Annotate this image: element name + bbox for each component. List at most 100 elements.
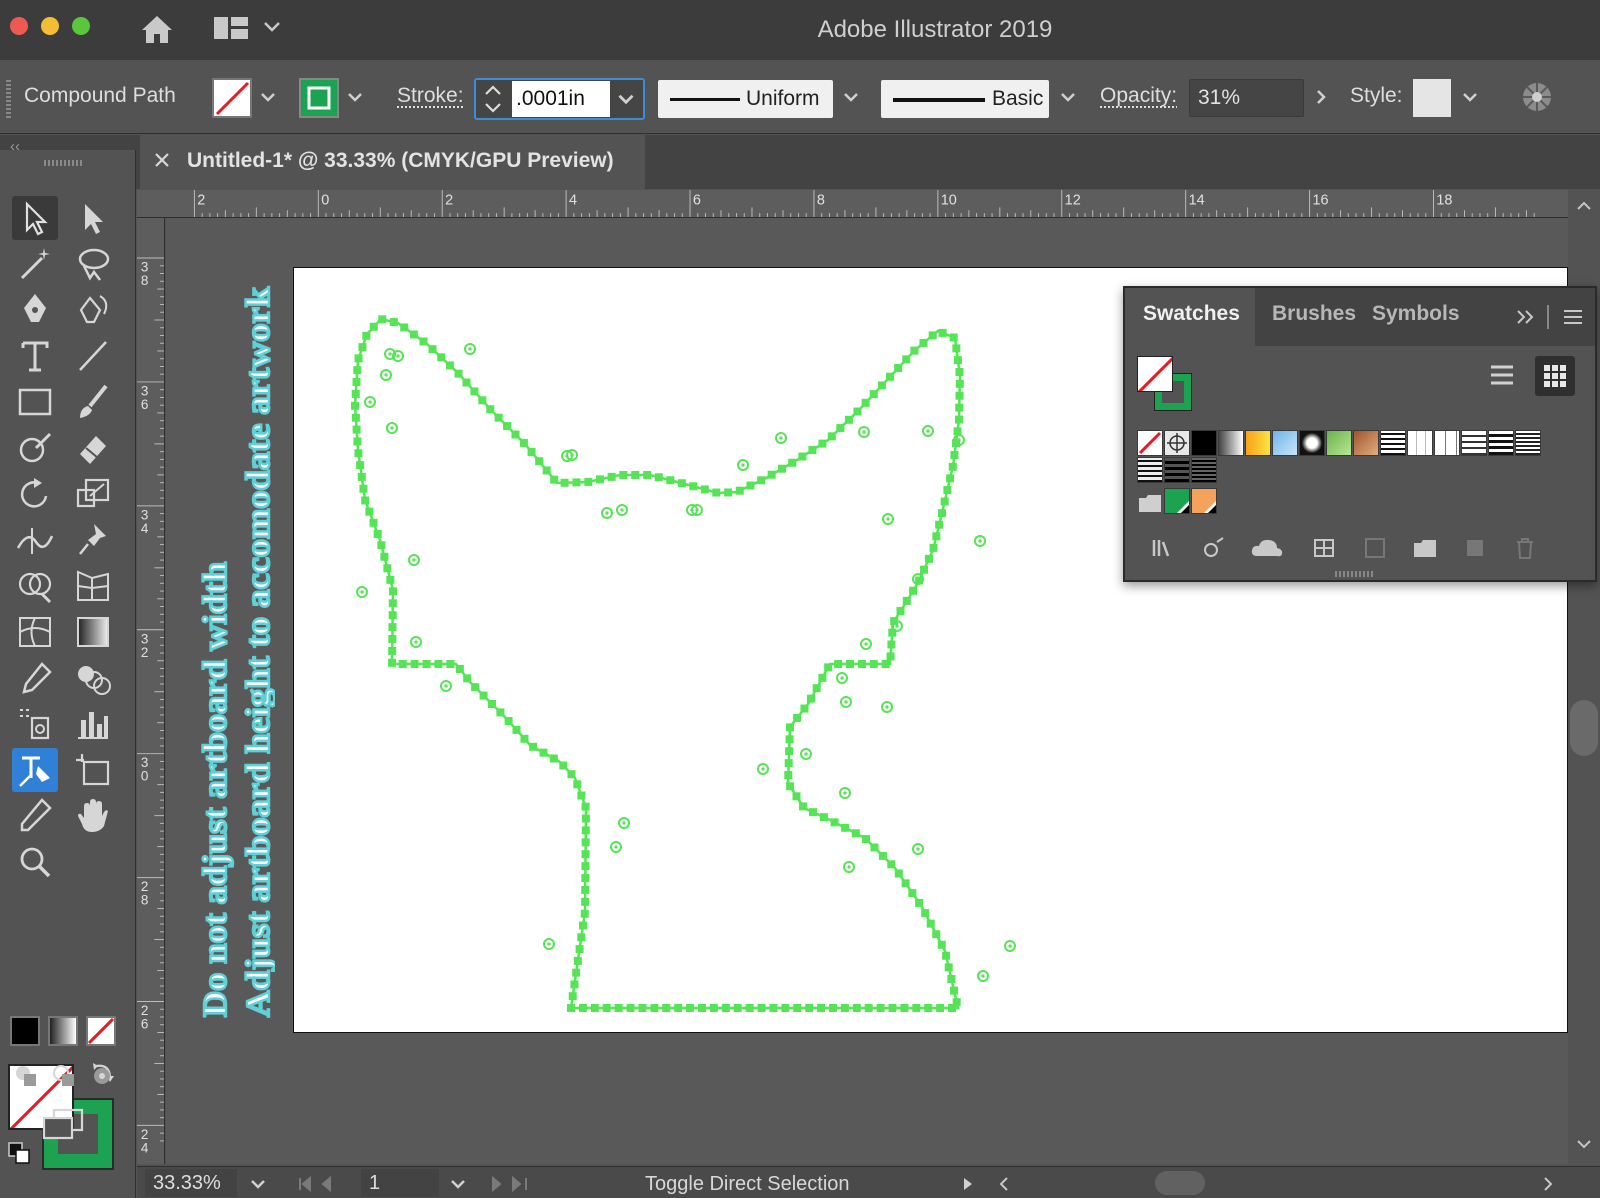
color-group-folder-icon[interactable] [1137, 490, 1163, 516]
swatch-pattern[interactable] [1137, 457, 1163, 483]
scroll-left-icon[interactable] [993, 1173, 1015, 1195]
eyedropper-tool[interactable] [12, 656, 58, 700]
swatch[interactable] [1272, 430, 1298, 456]
brush-chevron-down-icon[interactable] [1057, 86, 1079, 108]
shape-builder-tool[interactable] [12, 564, 58, 608]
swatch-libraries-icon[interactable] [1149, 534, 1177, 562]
new-color-group-icon[interactable] [1411, 534, 1439, 562]
swatch-global-color[interactable] [1164, 488, 1190, 514]
delete-swatch-icon[interactable] [1511, 534, 1539, 562]
minimize-window-button[interactable] [41, 17, 59, 35]
scroll-right-icon[interactable] [1537, 1173, 1559, 1195]
list-view-icon[interactable] [1485, 358, 1519, 392]
new-swatch-icon[interactable] [1461, 534, 1489, 562]
gradient-tool[interactable] [70, 610, 116, 654]
mesh-tool[interactable] [12, 610, 58, 654]
workspace-layout-icon[interactable] [214, 15, 248, 41]
swatch[interactable] [1488, 430, 1514, 456]
swatch-global-color[interactable] [1191, 488, 1217, 514]
horizontal-scroll-thumb[interactable] [1155, 1171, 1205, 1195]
horizontal-ruler[interactable]: 2 0 2 4 6 8 10 12 14 16 18 [137, 190, 1569, 218]
selection-tool[interactable] [12, 196, 58, 240]
eraser-tool[interactable] [70, 426, 116, 470]
recolor-artwork-icon[interactable] [1520, 80, 1554, 114]
home-icon[interactable] [138, 10, 176, 48]
swatch[interactable] [1515, 430, 1541, 456]
more-tabs-icon[interactable] [1515, 308, 1537, 326]
change-screen-mode-icon[interactable] [40, 1108, 86, 1142]
scale-tool[interactable] [70, 472, 116, 516]
zoom-chevron-down-icon[interactable] [247, 1173, 269, 1195]
style-chevron-down-icon[interactable] [1459, 86, 1481, 108]
hand-tool[interactable] [70, 794, 116, 838]
swatch-none[interactable] [1137, 430, 1163, 456]
symbol-sprayer-tool[interactable] [12, 702, 58, 746]
artboard-tool[interactable] [70, 748, 116, 792]
swatch-pattern[interactable] [1191, 457, 1217, 483]
blend-tool[interactable] [70, 656, 116, 700]
stroke-weight-chevron-icon[interactable] [614, 87, 638, 111]
swatch-pattern[interactable] [1164, 457, 1190, 483]
show-swatch-kinds-icon[interactable] [1311, 534, 1339, 562]
swatch[interactable] [1326, 430, 1352, 456]
fill-chevron-down-icon[interactable] [257, 86, 279, 108]
direct-selection-tool[interactable] [70, 196, 116, 240]
rotate-tool[interactable] [12, 472, 58, 516]
opacity-input[interactable]: 31% [1189, 79, 1304, 117]
next-artboard-icons[interactable] [487, 1173, 531, 1195]
panel-resize-grip[interactable] [1335, 571, 1375, 577]
swatch[interactable] [1191, 430, 1217, 456]
workspace-chevron-down-icon[interactable] [262, 16, 282, 36]
panel-menu-icon[interactable] [1561, 306, 1585, 328]
stroke-stepper-icon[interactable] [480, 82, 506, 116]
draw-behind-icon[interactable] [50, 1062, 78, 1090]
swatch[interactable] [1380, 430, 1406, 456]
status-menu-play-icon[interactable] [957, 1173, 979, 1195]
color-button[interactable] [10, 1016, 40, 1046]
perspective-grid-tool[interactable] [70, 564, 116, 608]
control-bar-grip[interactable] [6, 80, 11, 118]
document-tab[interactable]: Untitled-1* @ 33.33% (CMYK/GPU Preview) [140, 135, 645, 189]
profile-chevron-down-icon[interactable] [840, 86, 862, 108]
swatch-registration[interactable] [1164, 430, 1190, 456]
stroke-swatch-button[interactable] [299, 78, 339, 118]
width-tool[interactable] [12, 518, 58, 562]
panel-fill-indicator[interactable] [1137, 356, 1173, 392]
opacity-label[interactable]: Opacity: [1100, 84, 1177, 108]
default-fill-stroke-icon[interactable] [6, 1140, 34, 1168]
swatch[interactable] [1461, 430, 1487, 456]
stroke-label[interactable]: Stroke: [397, 84, 464, 108]
line-segment-tool[interactable] [70, 334, 116, 378]
stroke-chevron-down-icon[interactable] [344, 86, 366, 108]
zoom-window-button[interactable] [72, 17, 90, 35]
swatch-options-icon[interactable] [1361, 534, 1389, 562]
none-button[interactable] [86, 1016, 116, 1046]
vertical-ruler[interactable]: 3836343230282624 [137, 218, 165, 1164]
swatch[interactable] [1299, 430, 1325, 456]
artboard-chevron-down-icon[interactable] [447, 1173, 469, 1195]
swatch[interactable] [1245, 430, 1271, 456]
zoom-level-field[interactable]: 33.33% [145, 1169, 237, 1197]
pen-tool[interactable] [12, 288, 58, 332]
stroke-weight-field[interactable]: .0001in [474, 78, 645, 120]
draw-inside-icon[interactable] [88, 1062, 116, 1090]
zoom-tool[interactable] [12, 840, 58, 884]
shaper-tool[interactable] [12, 426, 58, 470]
swatch[interactable] [1407, 430, 1433, 456]
gradient-button[interactable] [48, 1016, 78, 1046]
lasso-tool[interactable] [70, 242, 116, 286]
graphic-style-swatch[interactable] [1413, 79, 1451, 117]
stroke-weight-input[interactable]: .0001in [512, 81, 610, 117]
curvature-tool[interactable] [70, 288, 116, 332]
vertical-scroll-thumb[interactable] [1570, 700, 1598, 756]
first-last-artboard-icons[interactable] [297, 1173, 341, 1195]
draw-normal-icon[interactable] [12, 1062, 40, 1090]
grid-view-button[interactable] [1535, 356, 1575, 396]
paintbrush-tool[interactable] [70, 380, 116, 424]
touch-type-tool[interactable] [12, 748, 58, 792]
close-window-button[interactable] [10, 17, 28, 35]
magic-wand-tool[interactable] [12, 242, 58, 286]
tab-swatches[interactable]: Swatches [1143, 302, 1240, 326]
tab-brushes[interactable]: Brushes [1272, 302, 1356, 326]
add-themes-icon[interactable] [1199, 534, 1227, 562]
